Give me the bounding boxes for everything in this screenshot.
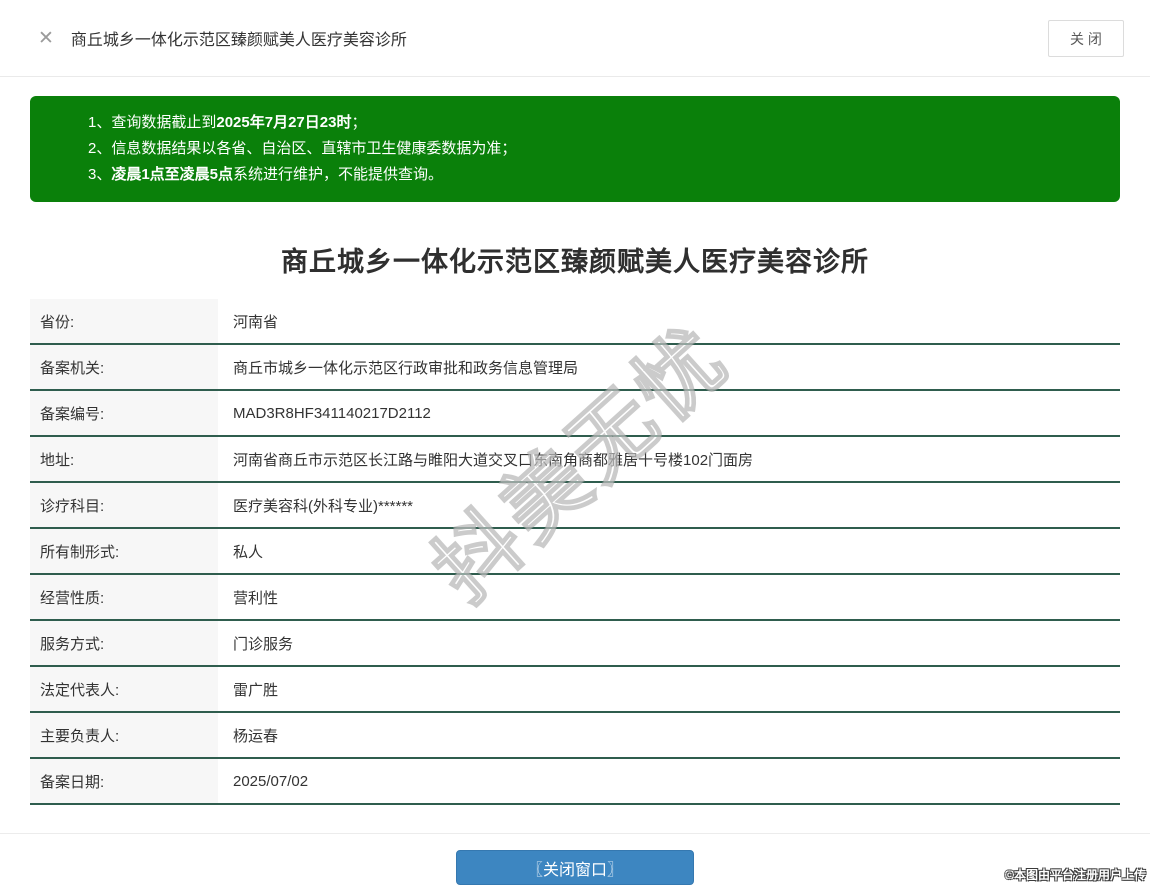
row-label: 地址: [30, 437, 218, 481]
close-button[interactable]: 关 闭 [1048, 20, 1124, 57]
notice-line-1-num: 1、 [88, 114, 112, 131]
table-row-business-nature: 经营性质: 营利性 [30, 575, 1120, 621]
row-label: 所有制形式: [30, 529, 218, 573]
row-value: 营利性 [233, 589, 279, 607]
notice-line-2: 2、信息数据结果以各省、自治区、直辖市卫生健康委数据为准； [88, 136, 1100, 162]
table-row-province: 省份: 河南省 [30, 299, 1120, 345]
row-value: 商丘市城乡一体化示范区行政审批和政务信息管理局 [233, 359, 579, 377]
notice-line-1-text: 查询数据截止到 [111, 114, 217, 131]
notice-line-1: 1、查询数据截止到2025年7月27日23时； [88, 110, 1100, 136]
row-value: 杨运春 [233, 727, 279, 745]
row-label: 备案机关: [30, 345, 218, 389]
notice-line-1-bold: 2025年7月27日23时 [216, 114, 352, 131]
close-x-icon[interactable]: ✕ [38, 29, 54, 48]
row-value: MAD3R8HF341140217D2112 [233, 404, 431, 422]
window-title: 商丘城乡一体化示范区臻颜赋美人医疗美容诊所 [70, 32, 407, 49]
notice-line-3-bold: 凌晨1点至凌晨5点 [111, 166, 234, 183]
row-label: 诊疗科目: [30, 483, 218, 527]
table-row-legal-representative: 法定代表人: 雷广胜 [30, 667, 1120, 713]
record-detail-table: 省份: 河南省 备案机关: 商丘市城乡一体化示范区行政审批和政务信息管理局 备案… [30, 299, 1120, 805]
close-window-button[interactable]: 〖关闭窗口〗 [456, 850, 694, 885]
table-row-medical-subjects: 诊疗科目: 医疗美容科(外科专业)****** [30, 483, 1120, 529]
table-row-ownership-form: 所有制形式: 私人 [30, 529, 1120, 575]
notice-line-3-post: 系统进行维护，不能提供查询。 [233, 166, 444, 183]
row-label: 省份: [30, 299, 218, 343]
table-row-filing-number: 备案编号: MAD3R8HF341140217D2112 [30, 391, 1120, 437]
table-row-filing-authority: 备案机关: 商丘市城乡一体化示范区行政审批和政务信息管理局 [30, 345, 1120, 391]
table-row-service-mode: 服务方式: 门诊服务 [30, 621, 1120, 667]
row-label: 主要负责人: [30, 713, 218, 757]
row-value: 门诊服务 [233, 635, 294, 653]
notice-line-2-text: 信息数据结果以各省、自治区、直辖市卫生健康委数据为准； [111, 140, 517, 157]
notice-line-3-num: 3、 [88, 166, 112, 183]
row-label: 服务方式: [30, 621, 218, 665]
notice-banner: 1、查询数据截止到2025年7月27日23时； 2、信息数据结果以各省、自治区、… [30, 96, 1120, 202]
row-label: 备案编号: [30, 391, 218, 435]
row-value: 雷广胜 [233, 681, 279, 699]
window-titlebar: ✕ 商丘城乡一体化示范区臻颜赋美人医疗美容诊所 关 闭 [0, 0, 1150, 77]
row-value: 私人 [233, 543, 264, 561]
upload-credit-text: ©本图由平台注册用户上传 [1005, 868, 1146, 882]
row-label: 备案日期: [30, 759, 218, 803]
row-value: 医疗美容科(外科专业)****** [233, 497, 414, 515]
notice-line-3: 3、凌晨1点至凌晨5点系统进行维护，不能提供查询。 [88, 162, 1100, 188]
row-value: 2025/07/02 [233, 772, 309, 790]
row-value: 河南省商丘市示范区长江路与睢阳大道交叉口东南角商都雅居十号楼102门面房 [233, 451, 754, 469]
table-row-address: 地址: 河南省商丘市示范区长江路与睢阳大道交叉口东南角商都雅居十号楼102门面房 [30, 437, 1120, 483]
page-title: 商丘城乡一体化示范区臻颜赋美人医疗美容诊所 [281, 247, 869, 277]
notice-line-1-post: ； [351, 114, 367, 131]
table-row-filing-date: 备案日期: 2025/07/02 [30, 759, 1120, 805]
notice-line-2-num: 2、 [88, 140, 112, 157]
row-value: 河南省 [233, 313, 279, 331]
row-label: 法定代表人: [30, 667, 218, 711]
table-row-principal: 主要负责人: 杨运春 [30, 713, 1120, 759]
row-label: 经营性质: [30, 575, 218, 619]
section-divider [0, 833, 1150, 834]
